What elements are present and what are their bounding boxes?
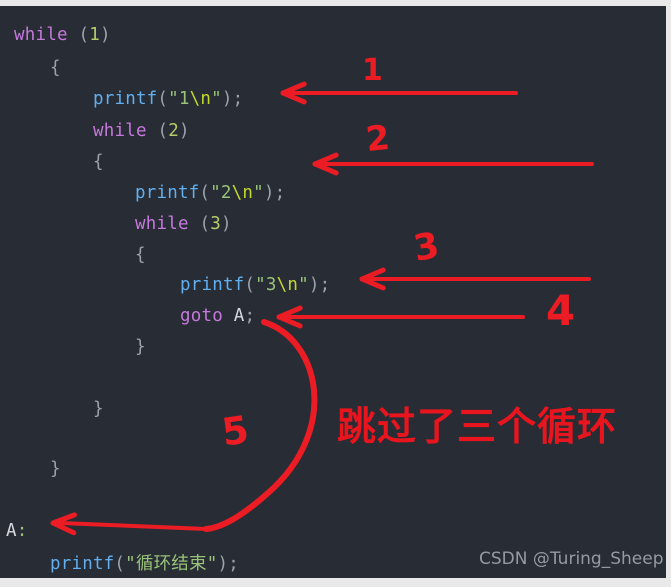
- code-token: ": [211, 89, 222, 109]
- page-right-edge: [666, 6, 671, 578]
- code-token: \n: [189, 89, 212, 109]
- page-bottom-edge: [0, 578, 671, 587]
- code-token: ): [220, 214, 232, 234]
- code-line[interactable]: }: [93, 399, 104, 419]
- code-line[interactable]: }: [135, 337, 146, 357]
- code-token: ": [253, 183, 264, 203]
- code-line[interactable]: A:: [6, 521, 28, 541]
- code-line[interactable]: printf("循环结束");: [50, 554, 239, 574]
- code-line[interactable]: while (3): [135, 214, 232, 234]
- code-token: {: [93, 152, 104, 172]
- code-token: (: [199, 183, 211, 203]
- code-token: ;: [244, 306, 256, 326]
- code-token: ): [178, 121, 190, 141]
- code-token: (: [199, 214, 211, 234]
- code-token: {: [135, 245, 146, 265]
- code-token: while: [93, 121, 147, 141]
- annotation-note-text: 跳过了三个循环: [337, 405, 618, 450]
- code-line[interactable]: while (2): [93, 121, 190, 141]
- code-line[interactable]: {: [93, 152, 104, 172]
- code-token: (: [157, 121, 169, 141]
- code-token: {: [50, 58, 61, 78]
- code-token: while: [135, 214, 189, 234]
- code-token: \n: [231, 183, 254, 203]
- code-token: );: [263, 183, 286, 203]
- code-token: printf: [135, 183, 200, 203]
- code-token: ): [99, 25, 111, 45]
- code-token: printf: [50, 554, 115, 574]
- code-line[interactable]: while (1): [14, 25, 111, 45]
- code-token: (: [244, 275, 256, 295]
- code-token: \n: [276, 275, 299, 295]
- code-token: :: [16, 521, 28, 541]
- code-token: A: [6, 521, 17, 541]
- code-token: 2: [168, 121, 179, 141]
- code-token: (: [114, 554, 126, 574]
- code-token: "循环结束": [125, 554, 218, 574]
- code-token: printf: [180, 275, 245, 295]
- code-token: );: [221, 89, 244, 109]
- code-token: );: [217, 554, 239, 574]
- code-token: "1: [168, 89, 190, 109]
- code-line[interactable]: printf("1\n");: [93, 89, 244, 109]
- handwritten-number-5: 5: [219, 407, 252, 455]
- code-token: }: [50, 459, 61, 479]
- handwritten-number-4: 4: [546, 286, 576, 335]
- code-token: 1: [89, 25, 100, 45]
- code-token: );: [308, 275, 331, 295]
- code-token: "3: [255, 275, 277, 295]
- code-line[interactable]: }: [50, 459, 61, 479]
- code-token: printf: [93, 89, 158, 109]
- code-line[interactable]: {: [50, 58, 61, 78]
- handwritten-number-2: 2: [363, 117, 392, 161]
- code-token: }: [93, 399, 104, 419]
- code-token: A: [233, 306, 245, 326]
- code-line[interactable]: goto A;: [180, 306, 256, 326]
- code-line[interactable]: {: [135, 245, 146, 265]
- code-token: (: [78, 25, 90, 45]
- code-token: 3: [210, 214, 221, 234]
- code-token: (: [157, 89, 169, 109]
- code-token: goto: [180, 306, 223, 326]
- code-token: }: [135, 337, 146, 357]
- handwritten-number-1: 1: [362, 53, 383, 88]
- code-token: while: [14, 25, 68, 45]
- code-line[interactable]: printf("3\n");: [180, 275, 331, 295]
- code-annotation-screenshot: while (1){printf("1\n"); while (2){printf…: [0, 0, 671, 587]
- code-token: ": [298, 275, 309, 295]
- csdn-watermark: CSDN @Turing_Sheep: [479, 549, 664, 569]
- code-token: "2: [210, 183, 232, 203]
- code-line[interactable]: printf("2\n");: [135, 183, 286, 203]
